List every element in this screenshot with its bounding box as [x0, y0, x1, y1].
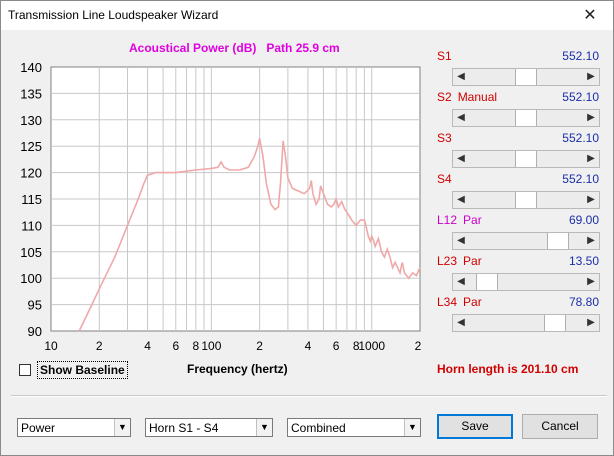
y-tick-label: 105: [20, 245, 42, 260]
show-baseline-checkbox[interactable]: [19, 364, 31, 376]
slider-thumb[interactable]: [515, 151, 537, 167]
chevron-right-icon[interactable]: ▶: [583, 110, 599, 126]
y-tick-label: 115: [21, 192, 42, 207]
slider-name: S2: [437, 90, 452, 104]
slider-s2[interactable]: ◀ ▶: [452, 109, 600, 127]
slider-thumb[interactable]: [515, 69, 537, 85]
chevron-left-icon[interactable]: ◀: [453, 110, 469, 126]
slider-thumb[interactable]: [476, 274, 498, 290]
x-tick-label: 4: [144, 339, 151, 353]
horn-section-select[interactable]: Horn S1 - S4 ▼: [145, 418, 273, 437]
slider-name: S4: [437, 172, 452, 186]
slider-label-l34: L34 Par: [437, 295, 482, 309]
y-tick-label: 95: [28, 298, 42, 313]
chevron-down-icon[interactable]: ▼: [114, 419, 130, 436]
slider-s1[interactable]: ◀ ▶: [452, 68, 600, 86]
slider-s3[interactable]: ◀ ▶: [452, 150, 600, 168]
slider-name: L12: [437, 213, 458, 227]
slider-thumb[interactable]: [515, 192, 537, 208]
x-tick-label: 6: [172, 339, 179, 353]
slider-label-l23: L23 Par: [437, 254, 482, 268]
plot-type-select[interactable]: Power ▼: [17, 418, 131, 437]
y-tick-label: 100: [20, 271, 42, 286]
slider-name: L23: [437, 254, 458, 268]
y-tick-label: 110: [21, 218, 42, 233]
slider-value-l34: 78.80: [568, 295, 599, 309]
chevron-right-icon[interactable]: ▶: [583, 192, 599, 208]
x-tick-label: 8: [192, 339, 199, 353]
slider-thumb[interactable]: [544, 315, 566, 331]
slider-thumb[interactable]: [515, 110, 537, 126]
chevron-left-icon[interactable]: ◀: [453, 69, 469, 85]
y-tick-label: 140: [20, 60, 42, 75]
x-tick-label: 6: [333, 339, 340, 353]
slider-name: S3: [437, 131, 452, 145]
x-tick-label: 2: [256, 339, 263, 353]
x-axis-label: Frequency (hertz): [187, 362, 288, 376]
chevron-down-icon[interactable]: ▼: [404, 419, 420, 436]
x-tick-label: 1000: [358, 339, 385, 353]
plot-type-value: Power: [21, 421, 56, 435]
slider-mode: Par: [463, 213, 482, 227]
slider-value-l23: 13.50: [568, 254, 599, 268]
slider-l23[interactable]: ◀ ▶: [452, 273, 600, 291]
slider-mode: Par: [463, 254, 482, 268]
x-tick-label: 10: [44, 339, 58, 353]
chevron-left-icon[interactable]: ◀: [453, 233, 469, 249]
output-mode-select[interactable]: Combined ▼: [287, 418, 421, 437]
y-tick-label: 90: [28, 324, 42, 339]
x-tick-label: 100: [201, 339, 221, 353]
slider-label-s3: S3: [437, 131, 458, 145]
slider-value-l12: 69.00: [568, 213, 599, 227]
slider-value-s4: 552.10: [562, 172, 599, 186]
slider-thumb[interactable]: [547, 233, 569, 249]
chevron-left-icon[interactable]: ◀: [453, 192, 469, 208]
y-tick-label: 135: [20, 86, 42, 101]
y-tick-label: 130: [20, 113, 42, 128]
chevron-right-icon[interactable]: ▶: [583, 151, 599, 167]
horn-length-text: Horn length is 201.10 cm: [437, 362, 579, 376]
chevron-right-icon[interactable]: ▶: [583, 233, 599, 249]
y-tick-label: 125: [20, 139, 42, 154]
x-tick-label: 2: [415, 339, 422, 353]
save-button[interactable]: Save: [437, 414, 513, 439]
x-tick-label: 2: [96, 339, 103, 353]
slider-value-s2: 552.10: [562, 90, 599, 104]
cancel-button[interactable]: Cancel: [522, 414, 598, 439]
chevron-right-icon[interactable]: ▶: [583, 315, 599, 331]
slider-l12[interactable]: ◀ ▶: [452, 232, 600, 250]
horn-section-value: Horn S1 - S4: [149, 421, 219, 435]
chevron-down-icon[interactable]: ▼: [256, 419, 272, 436]
slider-mode: Par: [463, 295, 482, 309]
chevron-left-icon[interactable]: ◀: [453, 151, 469, 167]
chevron-right-icon[interactable]: ▶: [583, 69, 599, 85]
slider-name: S1: [437, 49, 452, 63]
slider-s4[interactable]: ◀ ▶: [452, 191, 600, 209]
slider-name: L34: [437, 295, 458, 309]
x-tick-label: 4: [305, 339, 312, 353]
show-baseline-label[interactable]: Show Baseline: [37, 361, 128, 379]
slider-l34[interactable]: ◀ ▶: [452, 314, 600, 332]
slider-value-s1: 552.10: [562, 49, 599, 63]
chevron-left-icon[interactable]: ◀: [453, 315, 469, 331]
wizard-window: Transmission Line Loudspeaker Wizard ✕ A…: [0, 0, 614, 456]
slider-label-s4: S4: [437, 172, 458, 186]
slider-label-l12: L12 Par: [437, 213, 482, 227]
slider-label-s1: S1: [437, 49, 458, 63]
output-mode-value: Combined: [291, 421, 346, 435]
chevron-left-icon[interactable]: ◀: [453, 274, 469, 290]
slider-value-s3: 552.10: [562, 131, 599, 145]
y-tick-label: 120: [20, 166, 42, 181]
chevron-right-icon[interactable]: ▶: [583, 274, 599, 290]
divider: [11, 395, 607, 397]
